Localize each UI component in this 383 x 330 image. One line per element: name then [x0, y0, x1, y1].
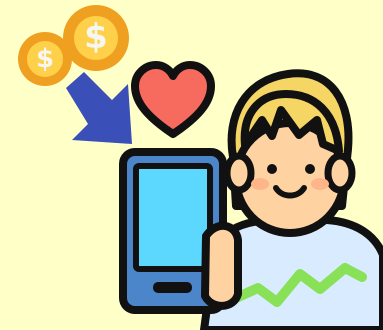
person-hand — [201, 222, 242, 310]
coin-symbol: $ — [36, 44, 54, 74]
phone-button — [153, 282, 192, 293]
phone-screen — [133, 163, 213, 272]
illustration-svg: $ $ — [0, 0, 383, 330]
person-eye-left — [267, 164, 277, 174]
person-hand-shape — [201, 222, 242, 310]
person-ear-left — [223, 152, 255, 194]
person-ear-right — [324, 152, 356, 194]
person-cheek-right — [311, 178, 329, 190]
coin-symbol: $ — [84, 17, 108, 57]
illustration-canvas: $ $ — [0, 0, 383, 330]
coin-icon: $ — [63, 5, 129, 71]
person-cheek-left — [251, 178, 269, 190]
person-eye-right — [305, 164, 315, 174]
